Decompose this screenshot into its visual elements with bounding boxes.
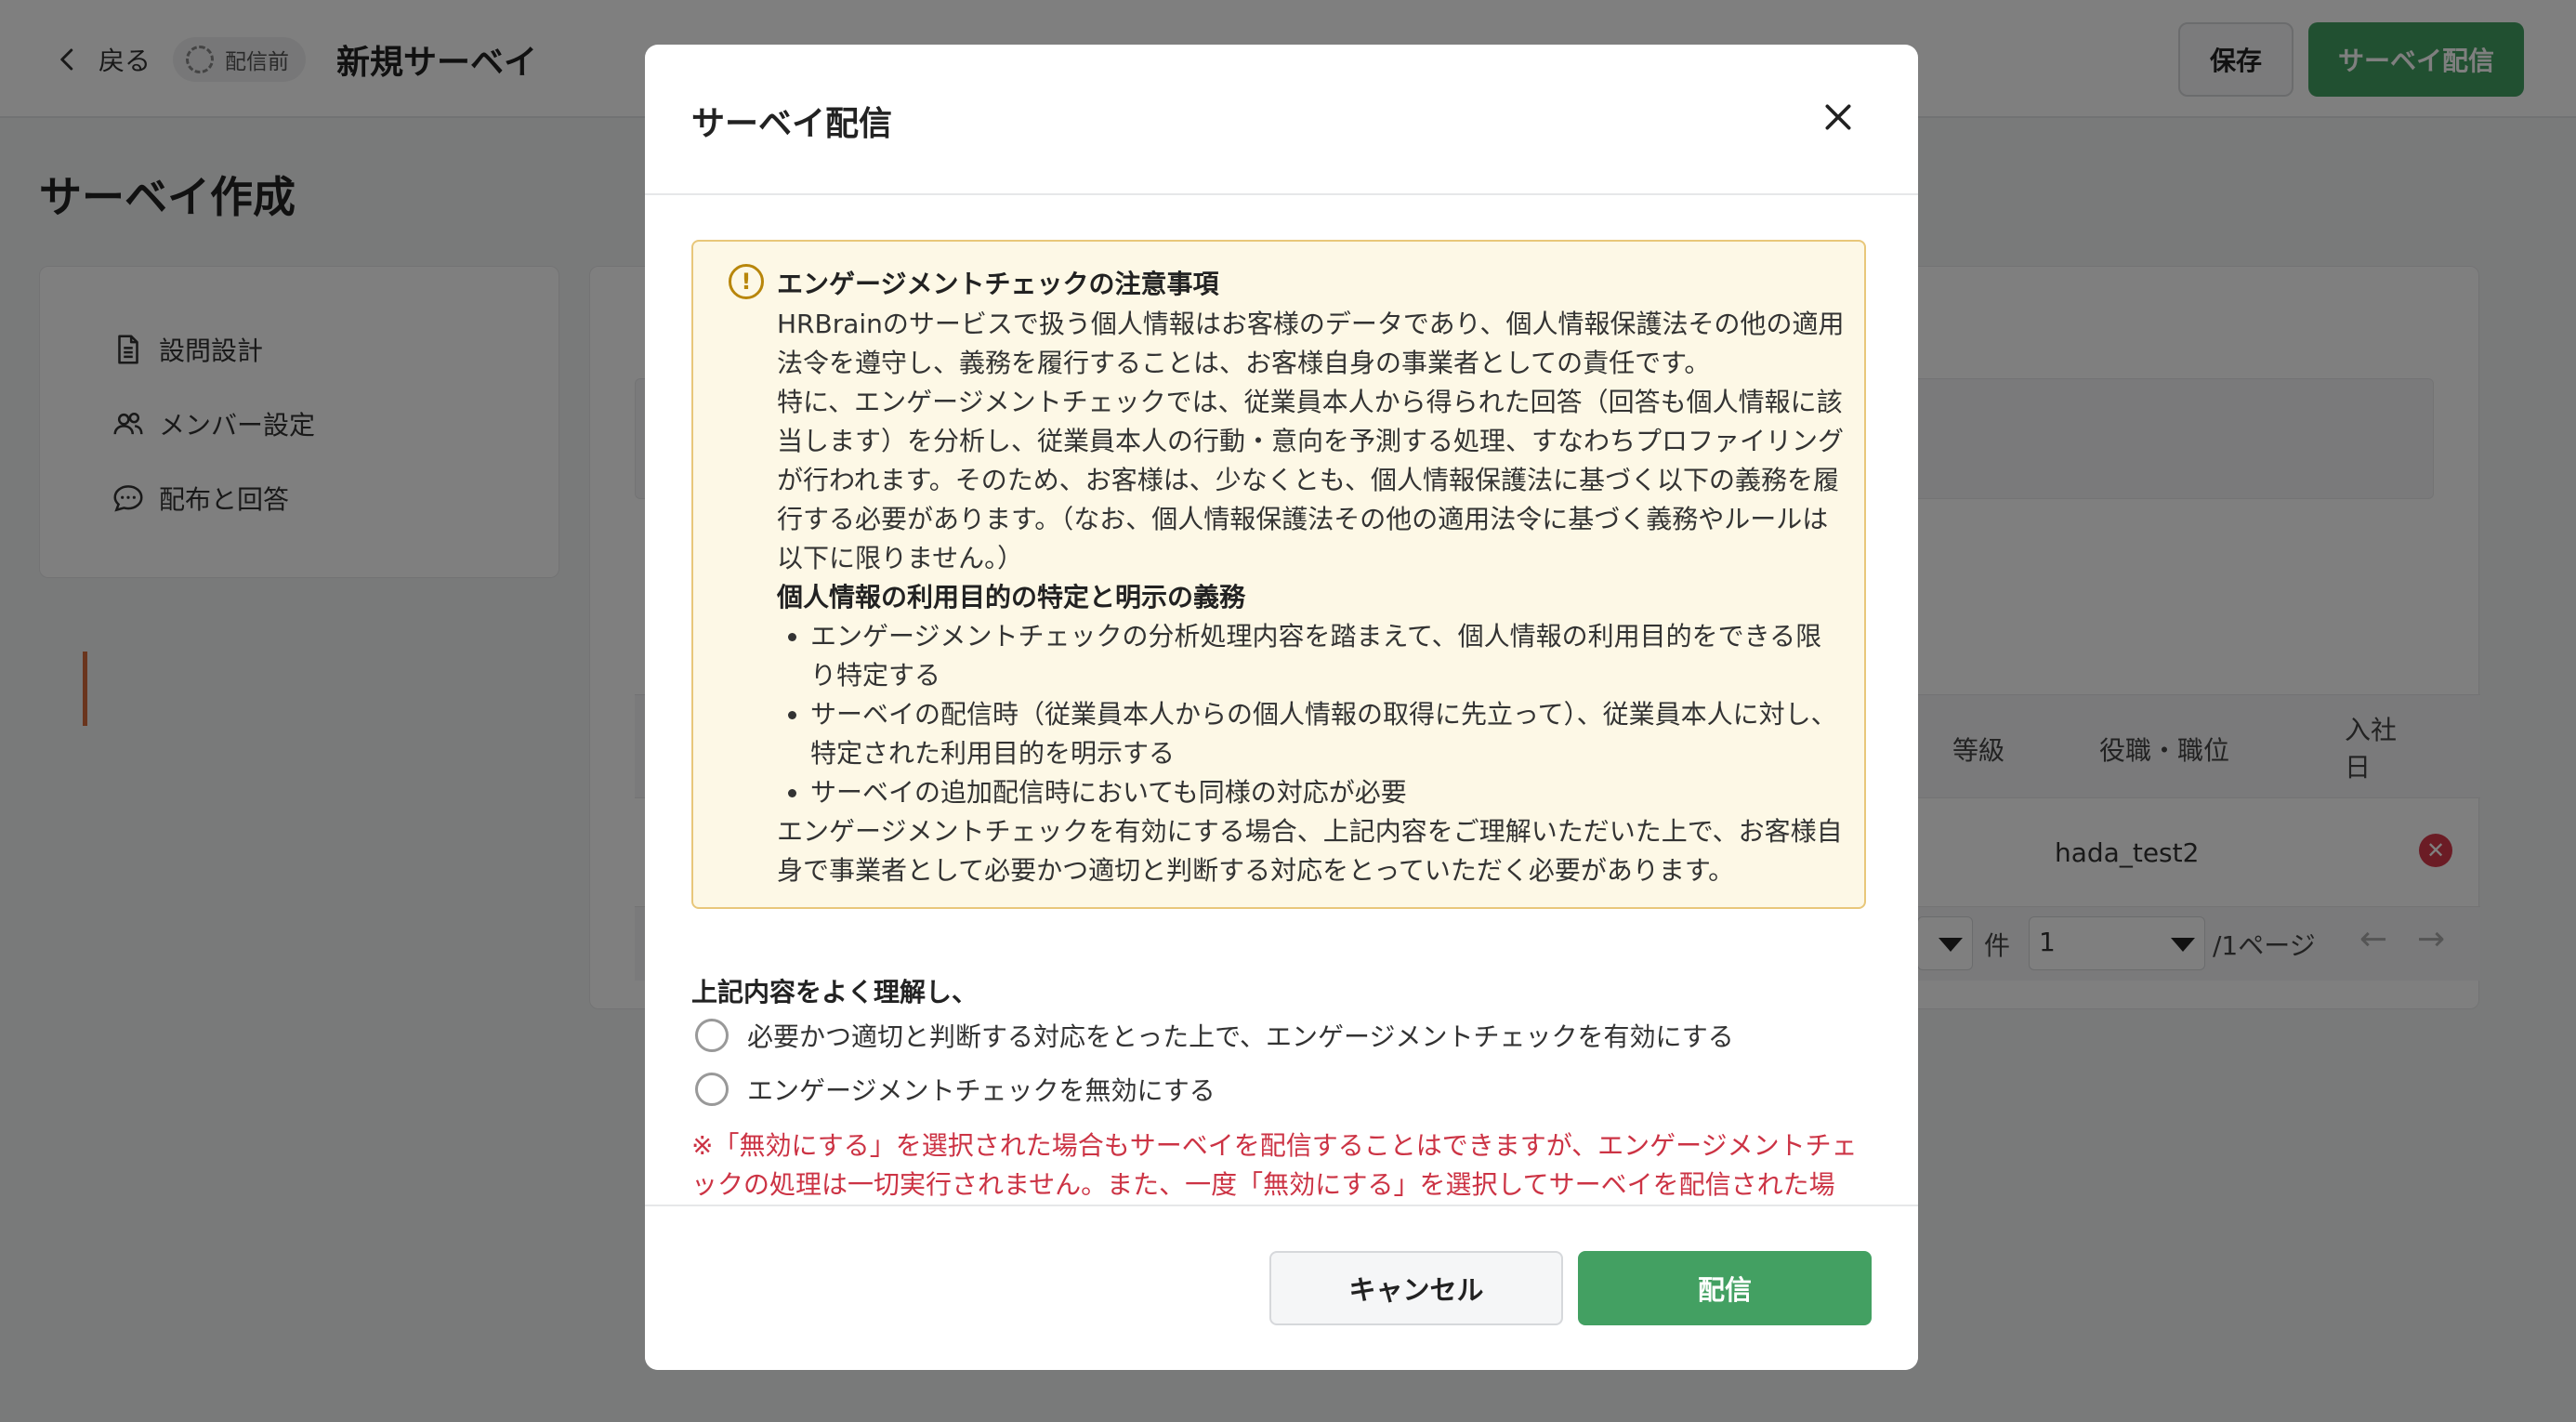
notice-paragraph: HRBrainのサービスで扱う個人情報はお客様のデータであり、個人情報保護法その…: [777, 309, 1845, 378]
radio-button[interactable]: [695, 1019, 729, 1052]
close-icon[interactable]: [1820, 99, 1857, 136]
dialog-footer: キャンセル 配信: [645, 1205, 1918, 1370]
dialog-body: ! エンゲージメントチェックの注意事項 HRBrainのサービスで扱う個人情報は…: [645, 197, 1918, 1247]
dialog-title: サーベイ配信: [691, 105, 893, 143]
list-item: エンゲージメントチェックの分析処理内容を踏まえて、個人情報の利用目的をできる限り…: [810, 617, 1846, 695]
radio-button[interactable]: [695, 1073, 729, 1106]
dialog-header: サーベイ配信: [645, 45, 1918, 195]
option-enable-engagement[interactable]: 必要かつ適切と判断する対応をとった上で、エンゲージメントチェックを有効にする: [695, 1015, 1734, 1056]
notice-text: HRBrainのサービスで扱う個人情報はお客様のデータであり、個人情報保護法その…: [777, 305, 1846, 890]
notice-paragraph: エンゲージメントチェックを有効にする場合、上記内容をご理解いただいた上で、お客様…: [777, 816, 1843, 886]
notice-title: エンゲージメントチェックの注意事項: [777, 269, 1219, 299]
notice-bullet-list: エンゲージメントチェックの分析処理内容を踏まえて、個人情報の利用目的をできる限り…: [777, 617, 1846, 812]
survey-distribution-dialog: サーベイ配信 ! エンゲージメントチェックの注意事項 HRBrainのサービスで…: [645, 45, 1918, 1370]
notice-subheading: 個人情報の利用目的の特定と明示の義務: [777, 582, 1246, 612]
option-label: エンゲージメントチェックを無効にする: [747, 1075, 1216, 1106]
list-item: サーベイの配信時（従業員本人からの個人情報の取得に先立って）、従業員本人に対し、…: [810, 695, 1846, 773]
option-disable-engagement[interactable]: エンゲージメントチェックを無効にする: [695, 1069, 1216, 1110]
option-label: 必要かつ適切と判断する対応をとった上で、エンゲージメントチェックを有効にする: [747, 1021, 1734, 1052]
engagement-notice-box: ! エンゲージメントチェックの注意事項 HRBrainのサービスで扱う個人情報は…: [691, 240, 1866, 909]
send-button[interactable]: 配信: [1578, 1251, 1872, 1325]
cancel-button[interactable]: キャンセル: [1269, 1251, 1563, 1325]
notice-paragraph: 特に、エンゲージメントチェックでは、従業員本人から得られた回答（回答も個人情報に…: [777, 387, 1845, 573]
list-item: サーベイの追加配信時においても同様の対応が必要: [810, 773, 1846, 812]
exclamation-icon: !: [729, 264, 764, 299]
understand-label: 上記内容をよく理解し、: [691, 977, 979, 1007]
